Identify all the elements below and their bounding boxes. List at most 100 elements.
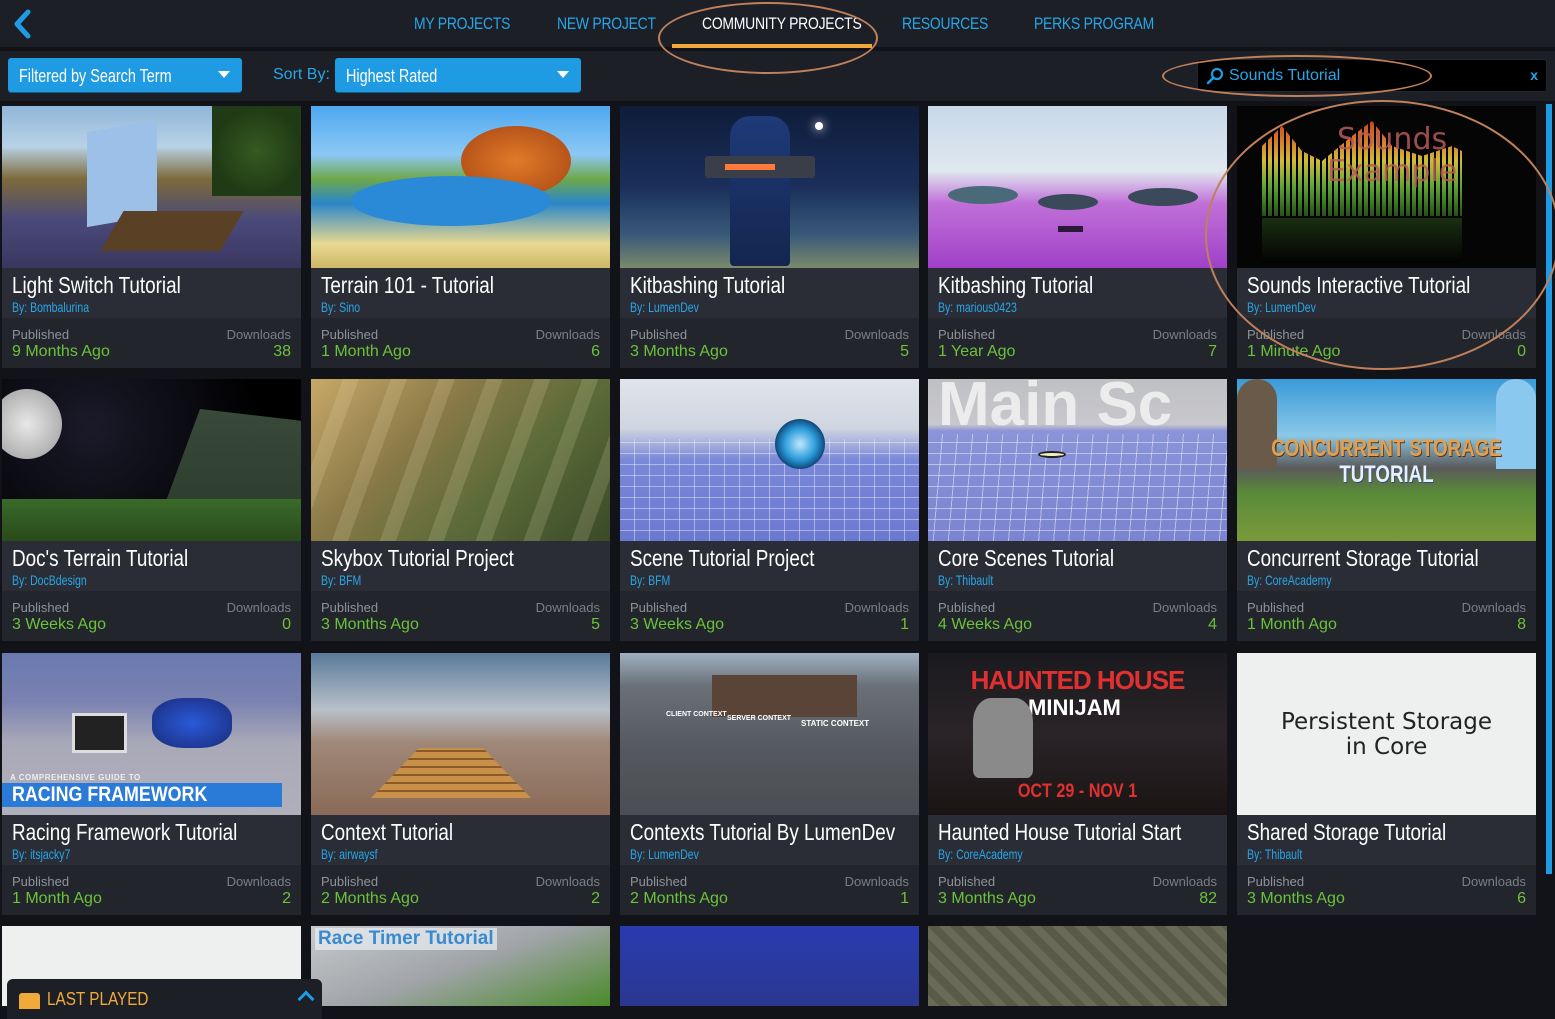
downloads-value: 6 xyxy=(591,343,600,360)
project-title: Light Switch Tutorial xyxy=(12,272,181,298)
project-card[interactable] xyxy=(620,926,919,1006)
project-author[interactable]: By: airwaysf xyxy=(321,846,378,862)
clear-search-icon[interactable]: x xyxy=(1530,67,1538,83)
card-footer: Published Downloads 1 Month Ago 6 xyxy=(311,318,610,368)
project-author[interactable]: By: Thibault xyxy=(938,572,993,588)
downloads-label: Downloads xyxy=(844,600,909,615)
project-thumbnail: Main Sc xyxy=(928,379,1227,541)
project-card[interactable]: Sounds Example Sounds Interactive Tutori… xyxy=(1237,106,1536,368)
project-thumbnail: CLIENT CONTEXT SERVER CONTEXT STATIC CON… xyxy=(620,653,919,815)
project-title: Haunted House Tutorial Start xyxy=(938,819,1182,845)
controller-icon xyxy=(19,993,40,1009)
project-title: Kitbashing Tutorial xyxy=(938,272,1094,298)
project-card[interactable]: A COMPREHENSIVE GUIDE TO RACING FRAMEWOR… xyxy=(2,653,301,915)
downloads-label: Downloads xyxy=(1461,874,1526,889)
card-footer: Published Downloads 2 Months Ago 1 xyxy=(620,865,919,915)
project-author[interactable]: By: marious0423 xyxy=(938,299,1017,315)
sort-by-label: Sort By: xyxy=(273,66,330,83)
published-label: Published xyxy=(12,600,70,615)
project-card[interactable] xyxy=(928,926,1227,1006)
tab-community-projects[interactable]: COMMUNITY PROJECTS xyxy=(702,14,862,34)
search-input[interactable] xyxy=(1229,64,1519,88)
project-card[interactable]: Terrain 101 - Tutorial By: Sino Publishe… xyxy=(311,106,610,368)
published-label: Published xyxy=(1247,600,1305,615)
project-title: Terrain 101 - Tutorial xyxy=(321,272,494,298)
card-footer: Published Downloads 1 Year Ago 7 xyxy=(928,318,1227,368)
project-card[interactable]: Skybox Tutorial Project By: BFM Publishe… xyxy=(311,379,610,641)
project-author[interactable]: By: CoreAcademy xyxy=(1247,572,1332,588)
card-footer: Published Downloads 3 Months Ago 5 xyxy=(311,591,610,641)
downloads-value: 0 xyxy=(1517,343,1526,360)
downloads-label: Downloads xyxy=(844,327,909,342)
project-card[interactable]: Doc's Terrain Tutorial By: DocBdesign Pu… xyxy=(2,379,301,641)
project-thumbnail xyxy=(2,106,301,268)
project-card[interactable]: CONCURRENT STORAGE TUTORIAL Concurrent S… xyxy=(1237,379,1536,641)
project-author[interactable]: By: DocBdesign xyxy=(12,572,87,588)
project-author[interactable]: By: Bombalurina xyxy=(12,299,89,315)
downloads-value: 2 xyxy=(282,890,291,907)
published-label: Published xyxy=(630,327,688,342)
published-value: 1 Month Ago xyxy=(321,343,411,360)
project-card[interactable]: Light Switch Tutorial By: Bombalurina Pu… xyxy=(2,106,301,368)
downloads-label: Downloads xyxy=(535,327,600,342)
downloads-value: 4 xyxy=(1208,616,1217,633)
downloads-value: 5 xyxy=(591,616,600,633)
project-author[interactable]: By: LumenDev xyxy=(630,846,699,862)
project-title: Shared Storage Tutorial xyxy=(1247,819,1447,845)
project-author[interactable]: By: Thibault xyxy=(1247,846,1302,862)
sort-dropdown[interactable]: Highest Rated xyxy=(335,58,581,92)
published-label: Published xyxy=(12,327,70,342)
tab-my-projects[interactable]: MY PROJECTS xyxy=(414,14,510,34)
downloads-value: 5 xyxy=(900,343,909,360)
last-played-panel[interactable]: LAST PLAYED xyxy=(7,979,322,1019)
tab-resources[interactable]: RESOURCES xyxy=(902,14,988,34)
project-author[interactable]: By: BFM xyxy=(630,572,670,588)
thumbnail-text: SERVER CONTEXT xyxy=(727,715,792,722)
search-icon xyxy=(1206,67,1224,85)
tab-new-project[interactable]: NEW PROJECT xyxy=(557,14,656,34)
published-value: 3 Months Ago xyxy=(1247,890,1345,907)
project-author[interactable]: By: CoreAcademy xyxy=(938,846,1023,862)
downloads-label: Downloads xyxy=(1461,327,1526,342)
downloads-label: Downloads xyxy=(1152,600,1217,615)
tab-perks-program[interactable]: PERKS PROGRAM xyxy=(1034,14,1154,34)
project-card[interactable]: Context Tutorial By: airwaysf Published … xyxy=(311,653,610,915)
published-label: Published xyxy=(321,874,379,889)
project-author[interactable]: By: itsjacky7 xyxy=(12,846,70,862)
project-author[interactable]: By: BFM xyxy=(321,572,361,588)
project-card[interactable]: CLIENT CONTEXT SERVER CONTEXT STATIC CON… xyxy=(620,653,919,915)
project-author[interactable]: By: Sino xyxy=(321,299,360,315)
project-card[interactable]: Kitbashing Tutorial By: LumenDev Publish… xyxy=(620,106,919,368)
project-card[interactable]: Kitbashing Tutorial By: marious0423 Publ… xyxy=(928,106,1227,368)
project-card[interactable]: Scene Tutorial Project By: BFM Published… xyxy=(620,379,919,641)
downloads-label: Downloads xyxy=(1152,327,1217,342)
project-card[interactable]: Race Timer Tutorial xyxy=(311,926,610,1006)
project-thumbnail xyxy=(311,653,610,815)
downloads-value: 2 xyxy=(591,890,600,907)
project-thumbnail: CONCURRENT STORAGE TUTORIAL xyxy=(1237,379,1536,541)
back-chevron-icon[interactable] xyxy=(10,8,34,40)
project-thumbnail: Persistent Storage in Core xyxy=(1237,653,1536,815)
project-thumbnail xyxy=(620,106,919,268)
last-played-label: LAST PLAYED xyxy=(47,989,149,1009)
thumbnail-text: STATIC CONTEXT xyxy=(801,719,870,728)
published-label: Published xyxy=(1247,327,1305,342)
scrollbar[interactable] xyxy=(1546,104,1552,874)
filter-dropdown[interactable]: Filtered by Search Term xyxy=(8,58,242,92)
downloads-value: 1 xyxy=(900,616,909,633)
published-value: 9 Months Ago xyxy=(12,343,110,360)
project-card[interactable]: Persistent Storage in Core Shared Storag… xyxy=(1237,653,1536,915)
card-footer: Published Downloads 3 Months Ago 5 xyxy=(620,318,919,368)
project-card[interactable]: Main Sc Core Scenes Tutorial By: Thibaul… xyxy=(928,379,1227,641)
project-author[interactable]: By: LumenDev xyxy=(630,299,699,315)
downloads-value: 6 xyxy=(1517,890,1526,907)
thumbnail-text: RACING FRAMEWORK xyxy=(12,783,208,806)
thumbnail-text: Main Sc xyxy=(938,379,1173,439)
caret-down-icon xyxy=(218,71,230,78)
downloads-value: 38 xyxy=(273,343,291,360)
project-author[interactable]: By: LumenDev xyxy=(1247,299,1316,315)
project-card[interactable]: HAUNTED HOUSE MINIJAM OCT 29 - NOV 1 Hau… xyxy=(928,653,1227,915)
project-thumbnail xyxy=(928,106,1227,268)
published-value: 1 Year Ago xyxy=(938,343,1016,360)
filter-bar: Filtered by Search Term Sort By: Highest… xyxy=(0,51,1555,101)
